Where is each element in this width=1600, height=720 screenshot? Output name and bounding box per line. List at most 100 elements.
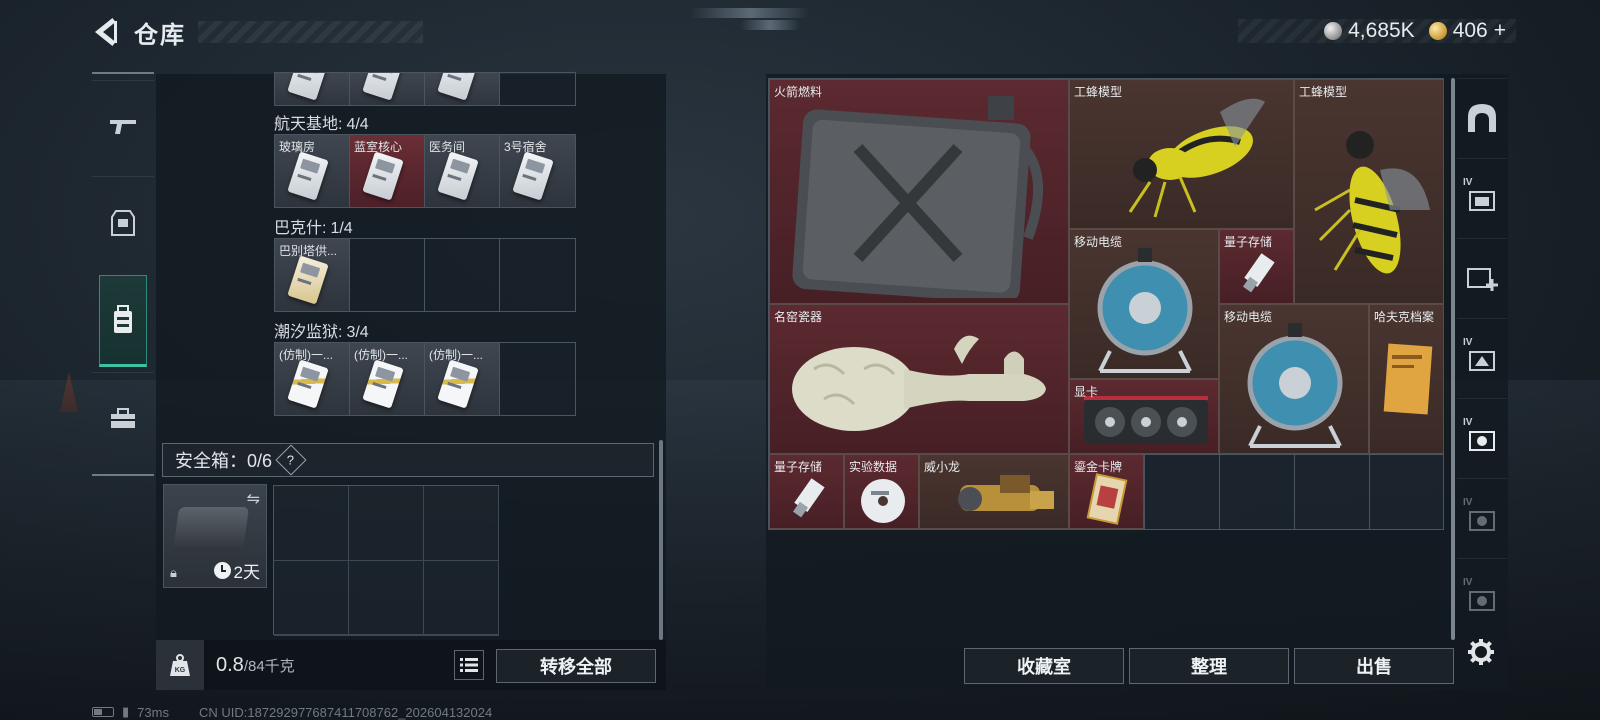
disc-icon (861, 479, 905, 523)
settings-button[interactable] (1466, 637, 1496, 667)
help-icon: ? (287, 452, 295, 468)
keycard-slot[interactable]: 蓝室核心 (350, 135, 425, 207)
keycard-row-bakshi: 巴别塔供... (274, 238, 576, 312)
sidebar-tab-armor[interactable] (92, 176, 154, 268)
porcelain-vase-icon (792, 335, 1046, 431)
list-view-button[interactable] (454, 650, 484, 680)
keycard-icon (287, 73, 329, 101)
keycard-row-aerospace: 玻璃房 蓝室核心 医务间 3号宿舍 (274, 134, 576, 208)
keycard-slot-empty (500, 239, 575, 311)
wasp-model-icon (1128, 98, 1265, 218)
keycard-slot[interactable]: (仿制)一... (350, 343, 425, 415)
stash-item[interactable]: 移动电缆 (1219, 304, 1369, 454)
sidebar-divider (92, 474, 154, 476)
stash-tab-tier-4[interactable]: IV (1457, 478, 1507, 556)
stash-item[interactable]: 显卡 (1069, 379, 1219, 454)
folder-icon (1383, 343, 1433, 415)
stash-item[interactable]: 量子存储 (769, 454, 844, 529)
safe-case-item[interactable]: ⇋ 🔒︎ 2天 (163, 484, 267, 588)
keycard-slot[interactable]: 医务间 (425, 135, 500, 207)
section-label-bakshi: 巴克什: 1/4 (274, 220, 353, 237)
stash-item[interactable]: 鎏金卡牌 (1069, 454, 1144, 529)
right-scrollbar[interactable] (1451, 78, 1455, 640)
case-timer: 2天 (213, 558, 260, 583)
title-decoration (198, 21, 423, 43)
keycard-slot[interactable] (275, 73, 350, 105)
back-button[interactable] (92, 15, 122, 49)
keycard-icon (362, 151, 404, 201)
keycard-slot[interactable]: 巴别塔供... (275, 239, 350, 311)
safe-slot[interactable] (424, 561, 499, 636)
sell-button[interactable]: 出售 (1294, 648, 1454, 684)
keycard-slot-empty (350, 239, 425, 311)
silver-currency: 4,685K (1324, 19, 1415, 43)
stash-item[interactable]: 工蜂模型 (1294, 79, 1444, 304)
card-icon (1086, 473, 1128, 525)
keycard-slot[interactable] (350, 73, 425, 105)
transfer-all-button[interactable]: 转移全部 (496, 649, 656, 683)
keycard-slot[interactable]: (仿制)一... (425, 343, 500, 415)
usb-drive-icon (1242, 253, 1275, 293)
gold-coin-icon (1428, 22, 1447, 40)
stash-item[interactable]: 工蜂模型 (1069, 79, 1294, 229)
status-bar: ▮ 73ms CN UID:1872929776874117087​62_202… (92, 704, 492, 720)
keycard-slot[interactable]: (仿制)一... (275, 343, 350, 415)
stash-item[interactable]: 火箭燃料 (769, 79, 1069, 304)
stash-tab-tier-5[interactable]: IV (1457, 558, 1507, 636)
safe-slot[interactable] (274, 561, 349, 636)
keycard-slot[interactable]: 3号宿舍 (500, 135, 575, 207)
backpack-footer: KG 0.8/84千克 转移全部 (156, 640, 666, 690)
gold-currency[interactable]: 406 + (1428, 19, 1506, 43)
keycard-icon (362, 359, 404, 409)
keycard-icon (287, 359, 329, 409)
stash-item[interactable]: 名窑瓷器 (769, 304, 1069, 454)
safe-slot[interactable] (349, 561, 424, 636)
left-sidebar (92, 72, 154, 476)
lock-icon: 🔒︎ (170, 565, 177, 580)
stash-tab-tier-3[interactable]: IV (1457, 398, 1507, 476)
sidebar-tab-weapons[interactable] (92, 80, 154, 172)
safe-box-header: 安全箱：0/6 ? (162, 443, 654, 477)
gun-icon (110, 119, 136, 134)
keycard-row-tidal-prison: (仿制)一... (仿制)一... (仿制)一... (274, 342, 576, 416)
add-slot-icon (1467, 267, 1498, 291)
keycard-icon (362, 73, 404, 101)
keycard-row-partial (274, 72, 576, 106)
keycard-slot[interactable] (425, 73, 500, 105)
silver-coin-icon (1324, 22, 1343, 40)
keycard-icon (437, 73, 479, 101)
stash-tab-add[interactable] (1457, 238, 1507, 316)
vault-icon (1468, 103, 1496, 132)
back-arrow-icon (94, 18, 117, 46)
stash-item[interactable]: 哈夫克档案 (1369, 304, 1444, 454)
stash-tab-vault[interactable] (1457, 78, 1507, 156)
gear-icon (1468, 639, 1494, 665)
stash-tier-icon (1469, 590, 1495, 611)
safe-slot[interactable] (424, 486, 499, 561)
safe-box-grid (273, 485, 499, 636)
stash-item[interactable]: 移动电缆 (1069, 229, 1219, 379)
sidebar-tab-toolbox[interactable] (92, 372, 154, 464)
left-scrollbar[interactable] (659, 440, 663, 640)
safe-slot[interactable] (349, 486, 424, 561)
ping-readout: 73ms (137, 704, 169, 720)
sidebar-tab-backpack[interactable] (99, 275, 147, 367)
keycard-icon (437, 151, 479, 201)
help-button[interactable]: ? (275, 444, 307, 476)
stash-tab-tier-1[interactable]: IV (1457, 158, 1507, 236)
organize-button[interactable]: 整理 (1129, 648, 1289, 684)
stash-item[interactable]: 实验数据 (844, 454, 919, 529)
swap-icon[interactable]: ⇋ (247, 489, 260, 509)
keycard-slot[interactable]: 玻璃房 (275, 135, 350, 207)
figure-icon (958, 475, 1054, 511)
stash-tab-tier-2[interactable]: IV (1457, 318, 1507, 396)
weight-icon: KG (156, 640, 204, 690)
cable-reel-icon (1247, 323, 1343, 448)
case-icon (172, 507, 250, 551)
add-currency-icon[interactable]: + (1494, 19, 1506, 43)
graphics-card-icon (1084, 396, 1208, 444)
stash-item[interactable]: 量子存储 (1219, 229, 1294, 304)
safe-slot[interactable] (274, 486, 349, 561)
collection-room-button[interactable]: 收藏室 (964, 648, 1124, 684)
stash-item[interactable]: 威小龙 (919, 454, 1069, 529)
